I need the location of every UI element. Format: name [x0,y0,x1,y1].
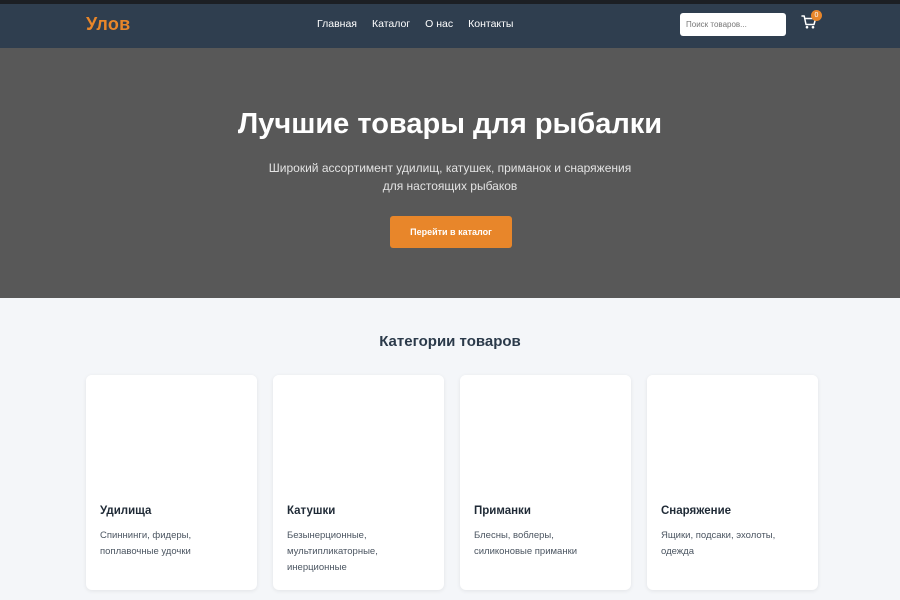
category-description-line: Безынерционные, [287,530,367,541]
category-image [86,375,257,493]
category-description: Спиннинги, фидеры, поплавочные удочки [100,528,250,560]
categories-title: Категории товаров [379,333,521,350]
cart-count-badge: 0 [811,10,822,21]
category-image [273,375,444,493]
category-description-line: силиконовые приманки [474,546,578,557]
main-nav: Главная Каталог О нас Контакты [317,18,513,30]
go-to-catalog-button[interactable]: Перейти в каталог [390,216,512,248]
category-description: Блесны, воблеры, силиконовые приманки [474,528,624,560]
category-description-line: поплавочные удочки [100,546,191,557]
hero-subtitle-line: Широкий ассортимент удилищ, катушек, при… [268,161,632,175]
nav-link-home[interactable]: Главная [317,18,357,30]
hero-title: Лучшие товары для рыбалки [237,108,663,140]
category-card-gear[interactable]: Снаряжение Ящики, подсаки, эхолоты, одеж… [647,375,818,590]
category-image [460,375,631,493]
category-description-line: Спиннинги, фидеры, [100,530,192,541]
nav-link-about[interactable]: О нас [425,18,453,30]
nav-link-catalog[interactable]: Каталог [372,18,410,30]
category-image [647,375,818,493]
category-card-reels[interactable]: Катушки Безынерционные, мультипликаторны… [273,375,444,590]
category-title: Снаряжение [661,505,732,517]
category-card-lures[interactable]: Приманки Блесны, воблеры, силиконовые пр… [460,375,631,590]
hero-banner: Лучшие товары для рыбалки Широкий ассорт… [0,48,900,298]
category-card-rods[interactable]: Удилища Спиннинги, фидеры, поплавочные у… [86,375,257,590]
category-title: Удилища [100,505,152,517]
category-description-line: инерционные [287,562,347,573]
category-description-line: Ящики, подсаки, эхолоты, [661,530,776,541]
search-input[interactable] [680,13,786,36]
site-logo[interactable]: Улов [86,14,131,35]
category-title: Приманки [474,505,531,517]
cart-button[interactable]: 0 [801,10,822,34]
category-description-line: одежда [661,546,694,557]
hero-subtitle-line: для настоящих рыбаков [382,179,518,193]
hero-subtitle: Широкий ассортимент удилищ, катушек, при… [250,159,650,195]
nav-link-contacts[interactable]: Контакты [468,18,513,30]
site-header: Улов Главная Каталог О нас Контакты 0 [0,4,900,48]
category-description-line: мультипликаторные, [287,546,378,557]
category-title: Катушки [287,505,336,517]
category-description: Ящики, подсаки, эхолоты, одежда [661,528,811,560]
category-description-line: Блесны, воблеры, [474,530,554,541]
categories-grid: Удилища Спиннинги, фидеры, поплавочные у… [86,375,818,590]
category-description: Безынерционные, мультипликаторные, инерц… [287,528,437,576]
